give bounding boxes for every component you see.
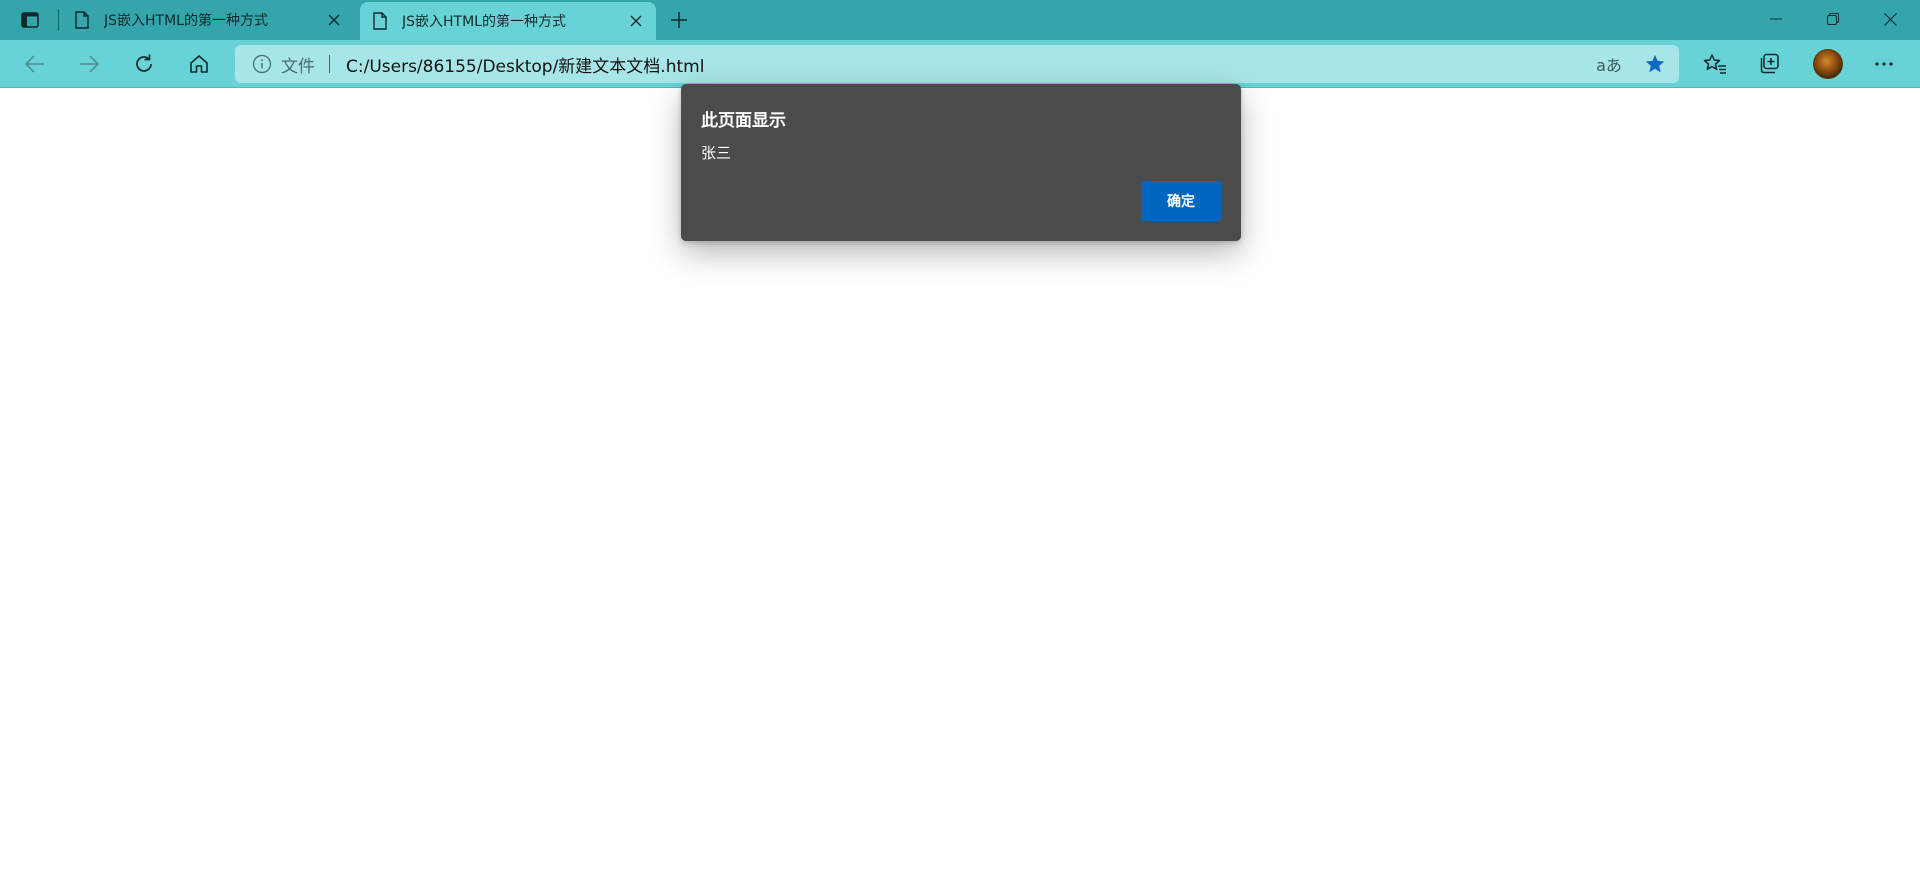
avatar (1813, 49, 1843, 79)
favorite-button[interactable] (1637, 46, 1673, 82)
address-bar[interactable]: 文件 C:/Users/86155/Desktop/新建文本文档.html aあ (235, 45, 1679, 83)
home-icon (190, 55, 208, 73)
close-window-button[interactable] (1862, 0, 1918, 38)
favorites-icon (1703, 54, 1726, 74)
tab-divider (58, 9, 59, 31)
restore-icon (1827, 13, 1839, 25)
more-icon (1875, 62, 1893, 66)
close-icon[interactable] (622, 7, 650, 35)
ok-button[interactable]: 确定 (1141, 181, 1221, 221)
url-text[interactable]: C:/Users/86155/Desktop/新建文本文档.html (346, 52, 704, 77)
tab-actions-button[interactable] (12, 6, 48, 34)
favorites-button[interactable] (1697, 46, 1733, 82)
new-tab-button[interactable] (664, 6, 694, 34)
star-icon (1645, 54, 1665, 73)
alert-dialog: 此页面显示 张三 确定 (681, 84, 1241, 241)
home-button[interactable] (181, 46, 217, 82)
forward-button[interactable] (71, 46, 107, 82)
toolbar: 文件 C:/Users/86155/Desktop/新建文本文档.html aあ (0, 40, 1920, 88)
dialog-title: 此页面显示 (701, 111, 786, 131)
tab-active[interactable]: JS嵌入HTML的第一种方式 (360, 2, 656, 40)
page-icon (373, 12, 389, 30)
restore-button[interactable] (1805, 0, 1861, 38)
refresh-button[interactable] (126, 46, 162, 82)
plus-icon (671, 12, 687, 28)
back-button[interactable] (17, 46, 53, 82)
collections-button[interactable] (1751, 46, 1787, 82)
scheme-label: 文件 (281, 56, 315, 77)
tab-title: JS嵌入HTML的第一种方式 (402, 14, 566, 30)
more-button[interactable] (1866, 46, 1902, 82)
forward-icon (80, 55, 99, 73)
tab-inactive[interactable]: JS嵌入HTML的第一种方式 (62, 2, 354, 38)
read-aloud-button[interactable]: aあ (1591, 46, 1627, 82)
tab-actions-icon (21, 12, 39, 28)
refresh-icon (136, 54, 152, 72)
page-icon (75, 11, 91, 29)
dialog-message: 张三 (701, 144, 732, 162)
close-icon[interactable] (320, 6, 348, 34)
info-icon[interactable] (251, 53, 273, 75)
minimize-icon (1770, 18, 1782, 20)
address-separator (329, 55, 330, 73)
close-icon (1883, 12, 1897, 26)
minimize-button[interactable] (1748, 0, 1804, 38)
back-icon (25, 55, 44, 73)
tab-strip: JS嵌入HTML的第一种方式 JS嵌入HTML的第一种方式 (0, 0, 1920, 40)
profile-button[interactable] (1810, 46, 1846, 82)
collections-icon (1760, 53, 1779, 74)
tab-title: JS嵌入HTML的第一种方式 (104, 13, 268, 29)
